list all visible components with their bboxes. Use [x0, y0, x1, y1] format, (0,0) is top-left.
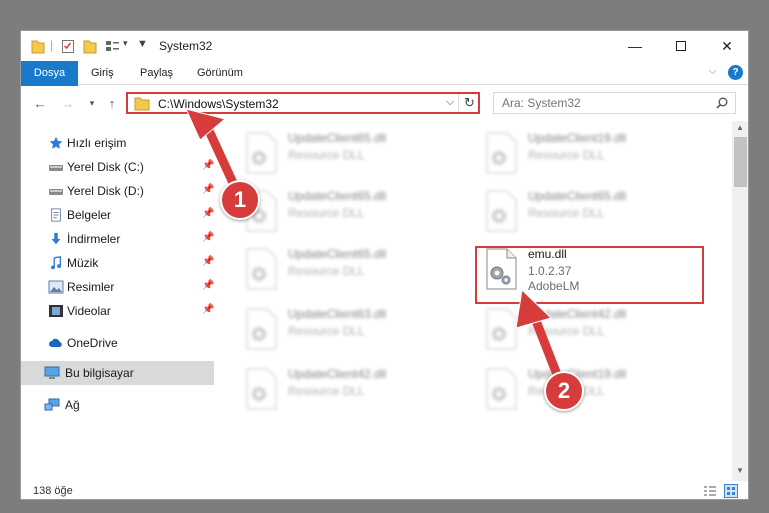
- step-badge-2: 2: [544, 371, 584, 411]
- step-badge-1: 1: [220, 180, 260, 220]
- annotation-arrows: [185, 108, 568, 395]
